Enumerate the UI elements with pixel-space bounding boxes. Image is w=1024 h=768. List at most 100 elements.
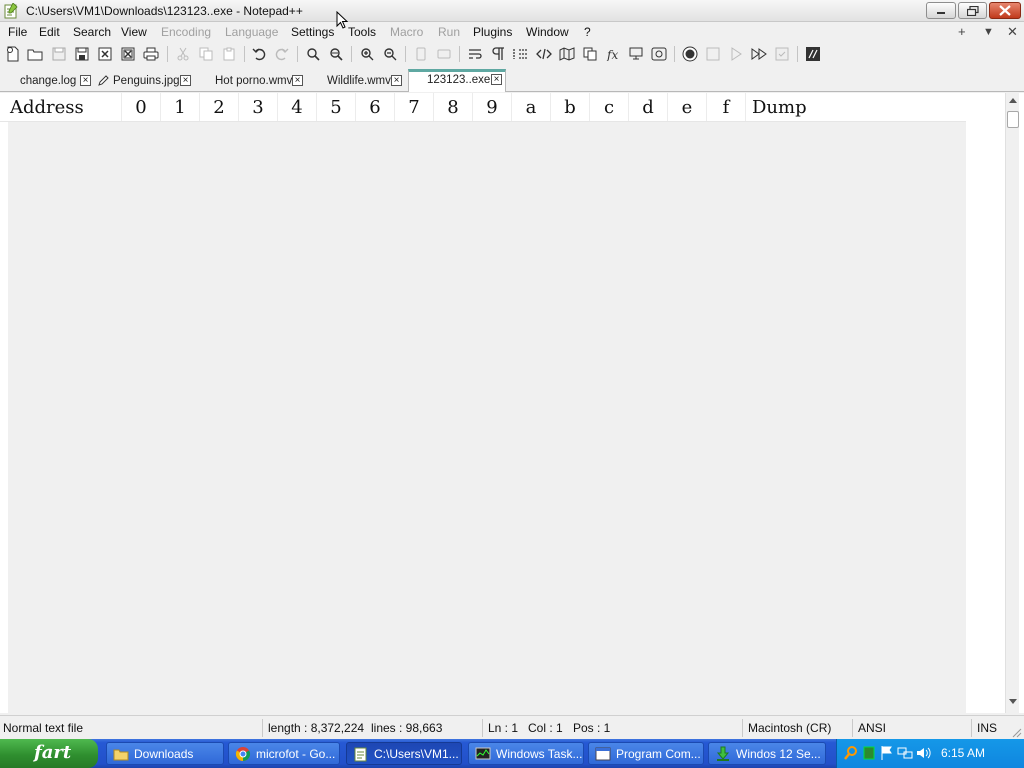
minimize-button[interactable] <box>926 2 956 19</box>
toolbar-separator <box>797 46 798 62</box>
close-icon[interactable] <box>96 45 114 63</box>
hex-header-col: a <box>511 93 550 121</box>
volume-tray-icon[interactable] <box>915 745 931 761</box>
indent-guide-icon[interactable] <box>512 45 530 63</box>
close-all-icon[interactable] <box>119 45 137 63</box>
menu-settings[interactable]: Settings <box>291 25 334 39</box>
status-separator <box>482 719 483 737</box>
menu-help[interactable]: ? <box>584 25 591 39</box>
word-wrap-icon[interactable] <box>466 45 484 63</box>
hex-editor-area[interactable]: Address 0 1 2 3 4 5 6 7 8 9 a b c d e f … <box>0 93 1024 713</box>
taskbar-clock[interactable]: 6:15 AM <box>941 746 985 760</box>
tab-label: Wildlife.wmv <box>327 75 391 87</box>
xml-tag-icon[interactable] <box>535 45 553 63</box>
scroll-down-arrow-icon[interactable] <box>1009 699 1017 705</box>
stop-record-icon[interactable] <box>704 45 722 63</box>
redo-icon[interactable] <box>273 45 291 63</box>
tab-close-icon[interactable]: × <box>292 75 303 86</box>
hex-content-area[interactable] <box>8 122 966 713</box>
taskbar-item-downloads[interactable]: Downloads <box>106 742 224 765</box>
hex-header-row: Address 0 1 2 3 4 5 6 7 8 9 a b c d e f … <box>0 93 966 122</box>
start-button[interactable]: fart <box>0 739 98 768</box>
status-bar: Normal text file length : 8,372,224 line… <box>0 715 1024 739</box>
play-macro-icon[interactable] <box>727 45 745 63</box>
document-map-icon[interactable] <box>558 45 576 63</box>
green-app-tray-icon[interactable] <box>861 745 877 761</box>
taskbar-item-chrome[interactable]: microfot - Go... <box>228 742 340 765</box>
vertical-scrollbar[interactable] <box>1005 93 1019 713</box>
menu-search[interactable]: Search <box>73 25 111 39</box>
flag-tray-icon[interactable] <box>879 745 895 761</box>
print-icon[interactable] <box>142 45 160 63</box>
scroll-thumb[interactable] <box>1007 111 1019 128</box>
window-title: C:\Users\VM1\Downloads\123123..exe - Not… <box>26 4 303 18</box>
menu-view[interactable]: View <box>121 25 147 39</box>
taskbar-item-program-compat[interactable]: Program Com... <box>588 742 704 765</box>
title-bar[interactable]: C:\Users\VM1\Downloads\123123..exe - Not… <box>0 0 1024 22</box>
start-label: fart <box>34 742 72 763</box>
new-tab-plus-button[interactable]: + <box>958 24 966 39</box>
save-icon[interactable] <box>50 45 68 63</box>
cut-icon[interactable] <box>174 45 192 63</box>
tab-close-icon[interactable]: × <box>391 75 402 86</box>
record-macro-icon[interactable] <box>681 45 699 63</box>
close-document-button[interactable]: ✕ <box>1007 24 1018 40</box>
tab-close-icon[interactable]: × <box>80 75 91 86</box>
taskbar-item-windos-12[interactable]: Windos 12 Se... <box>708 742 826 765</box>
sync-vertical-icon[interactable] <box>412 45 430 63</box>
open-file-icon[interactable] <box>26 45 44 63</box>
undo-icon[interactable] <box>250 45 268 63</box>
replace-icon[interactable] <box>327 45 345 63</box>
restore-button[interactable] <box>958 2 987 19</box>
status-insert-mode[interactable]: INS <box>977 721 997 735</box>
menu-edit[interactable]: Edit <box>39 25 60 39</box>
copy-icon[interactable] <box>197 45 215 63</box>
save-all-icon[interactable] <box>73 45 91 63</box>
snapshot-icon[interactable] <box>650 45 668 63</box>
new-file-icon[interactable] <box>4 45 22 63</box>
task-manager-icon <box>475 747 491 760</box>
tab-close-icon[interactable]: × <box>491 74 502 85</box>
taskbar-item-label: Downloads <box>134 747 194 761</box>
status-encoding[interactable]: ANSI <box>858 721 886 735</box>
show-all-chars-icon[interactable] <box>489 45 507 63</box>
resize-grip-icon[interactable] <box>1011 727 1022 738</box>
find-icon[interactable] <box>304 45 322 63</box>
search-tray-icon[interactable] <box>843 745 859 761</box>
run-macro-multiple-icon[interactable] <box>750 45 768 63</box>
tab-123123-exe[interactable]: 123123..exe × <box>408 69 506 92</box>
taskbar-item-task-manager[interactable]: Windows Task... <box>468 742 584 765</box>
paste-icon[interactable] <box>220 45 238 63</box>
menu-window[interactable]: Window <box>526 25 569 39</box>
menu-encoding[interactable]: Encoding <box>161 25 211 39</box>
hex-header-col: e <box>667 93 706 121</box>
network-tray-icon[interactable] <box>897 745 913 761</box>
tab-wildlife-wmv[interactable]: Wildlife.wmv × <box>310 72 406 92</box>
clone-icon[interactable] <box>581 45 599 63</box>
menu-run[interactable]: Run <box>438 25 460 39</box>
save-macro-icon[interactable] <box>773 45 791 63</box>
tab-list-dropdown-button[interactable]: ▼ <box>983 26 994 38</box>
tab-close-icon[interactable]: × <box>180 75 191 86</box>
monitor-icon[interactable] <box>627 45 645 63</box>
function-list-icon[interactable]: fx <box>604 45 622 63</box>
status-eol[interactable]: Macintosh (CR) <box>748 721 831 735</box>
menu-plugins[interactable]: Plugins <box>473 25 512 39</box>
scroll-up-arrow-icon[interactable] <box>1009 97 1017 103</box>
zoom-out-icon[interactable] <box>381 45 399 63</box>
tab-penguins-jpg[interactable]: Penguins.jpg × <box>96 72 196 92</box>
tab-hot-porno-wmv[interactable]: Hot porno.wmv × <box>198 72 308 92</box>
zoom-in-icon[interactable] <box>358 45 376 63</box>
menu-language[interactable]: Language <box>225 25 278 39</box>
close-window-button[interactable] <box>989 2 1021 19</box>
hex-header-col: 9 <box>472 93 511 121</box>
toolbar-separator <box>244 46 245 62</box>
tab-change-log[interactable]: change.log × <box>4 72 94 92</box>
menu-tools[interactable]: Tools <box>348 25 376 39</box>
menu-file[interactable]: File <box>8 25 27 39</box>
mouse-cursor-icon <box>336 11 348 29</box>
sync-horizontal-icon[interactable] <box>435 45 453 63</box>
taskbar-item-notepadpp[interactable]: C:\Users\VM1... <box>346 742 462 765</box>
hex-editor-icon[interactable] <box>804 45 822 63</box>
menu-macro[interactable]: Macro <box>390 25 423 39</box>
